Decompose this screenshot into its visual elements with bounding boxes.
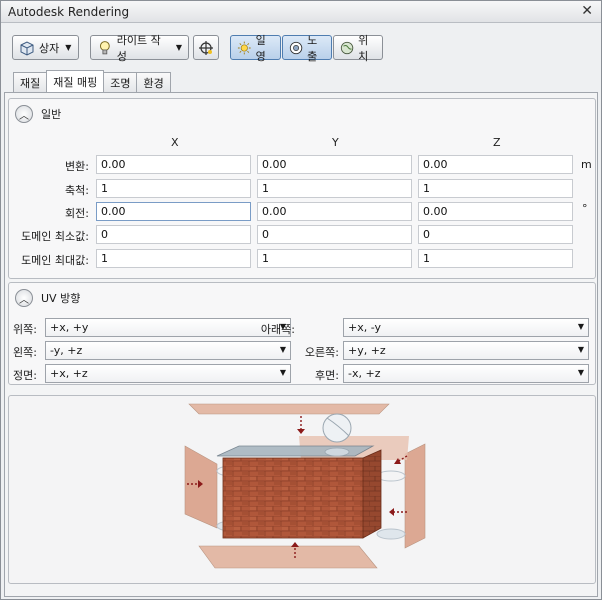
tab-strip: 재질 재질 매핑 조명 환경 [13,70,171,92]
create-light-label: 라이트 작성 [116,33,161,63]
uv-front-value: +x, +z [50,367,88,380]
domain-max-label: 도메인 최대값: [21,254,89,267]
uv-left-value: -y, +z [50,344,83,357]
chevron-down-icon: ▼ [577,322,584,331]
scale-z-field[interactable] [418,179,573,198]
uv-top-value: +x, +y [50,321,89,334]
offset-label: 변환: [65,160,89,173]
box-mapping-button[interactable]: 상자 ▼ [12,35,79,60]
domain-min-z-field[interactable] [418,225,573,244]
uv-orientation-panel: ︿ UV 방향 위쪽: +x, +y ▼ 아래쪽: +x, -y ▼ 왼쪽: -… [8,282,596,385]
uv-front-select[interactable]: +x, +z ▼ [45,364,291,383]
rendering-window: Autodesk Rendering ✕ 상자 ▼ 라이트 작성 ▼ 일영 노출… [0,0,602,600]
light-bulb-icon [99,40,110,54]
uv-back-label: 후면: [315,369,339,382]
domain-min-y-field[interactable] [257,225,412,244]
chevron-up-icon: ︿ [19,110,29,122]
rotation-label: 회전: [65,207,89,220]
general-panel-header: ︿ 일반 [15,105,61,123]
tab-lighting[interactable]: 조명 [103,72,138,92]
globe-icon [340,41,354,54]
chevron-down-icon: ▼ [577,368,584,377]
scale-x-field[interactable] [96,179,251,198]
uv-right-label: 오른쪽: [304,346,339,359]
collapse-uv-button[interactable]: ︿ [15,289,33,307]
sun-icon [237,41,251,54]
title-bar: Autodesk Rendering ✕ [1,1,601,23]
toolbar: 상자 ▼ 라이트 작성 ▼ 일영 노출 위치 [1,23,601,69]
tab-material-mapping[interactable]: 재질 매핑 [46,70,105,92]
rotation-z-field[interactable] [418,202,573,221]
offset-unit: m [581,158,592,171]
tab-content: ︿ 일반 X Y Z 변환: m 축척: 회전: ° [4,92,598,597]
uv-panel-title: UV 방향 [41,292,81,305]
domain-max-x-field[interactable] [96,249,251,268]
general-panel-title: 일반 [41,108,62,121]
uv-bottom-label: 아래쪽: [260,323,295,336]
box-mapping-label: 상자 [39,41,60,55]
window-title: Autodesk Rendering [8,5,130,19]
box-mapping-preview-image [184,403,426,569]
uv-right-select[interactable]: +y, +z ▼ [343,341,589,360]
uv-back-select[interactable]: -x, +z ▼ [343,364,589,383]
uv-bottom-value: +x, -y [348,321,382,334]
chevron-down-icon: ▼ [175,43,182,52]
scale-label: 축척: [65,184,89,197]
crosshair-icon [199,40,213,55]
collapse-general-button[interactable]: ︿ [15,105,33,123]
offset-z-field[interactable] [418,155,573,174]
rotation-y-field[interactable] [257,202,412,221]
column-header-z: Z [493,136,501,149]
location-label: 위치 [358,33,369,63]
uv-left-select[interactable]: -y, +z ▼ [45,341,291,360]
exposure-icon [289,41,303,54]
rotation-x-field[interactable] [96,202,251,221]
mapping-preview [8,395,596,584]
rotation-unit: ° [582,202,588,215]
general-panel: ︿ 일반 X Y Z 변환: m 축척: 회전: ° [8,98,596,279]
uv-back-value: -x, +z [348,367,381,380]
box-icon [20,40,34,56]
uv-right-value: +y, +z [348,344,386,357]
domain-max-y-field[interactable] [257,249,412,268]
exposure-button[interactable]: 노출 [282,34,332,63]
scale-y-field[interactable] [257,179,412,198]
sun-status-label: 일영 [255,33,266,63]
chevron-down-icon: ▼ [65,43,72,52]
offset-y-field[interactable] [257,155,412,174]
location-button[interactable]: 위치 [333,34,383,63]
exposure-label: 노출 [307,33,318,63]
close-icon[interactable]: ✕ [581,3,593,19]
create-light-button[interactable]: 라이트 작성 ▼ [90,34,189,63]
column-header-y: Y [332,136,339,149]
domain-min-x-field[interactable] [96,225,251,244]
target-light-button[interactable] [193,35,219,60]
sun-status-button[interactable]: 일영 [230,34,281,63]
domain-min-label: 도메인 최소값: [21,230,89,243]
domain-max-z-field[interactable] [418,249,573,268]
uv-panel-header: ︿ UV 방향 [15,289,80,307]
column-header-x: X [171,136,179,149]
chevron-down-icon: ▼ [577,345,584,354]
chevron-up-icon: ︿ [19,294,29,306]
uv-bottom-select[interactable]: +x, -y ▼ [343,318,589,337]
tab-material[interactable]: 재질 [13,72,48,92]
offset-x-field[interactable] [96,155,251,174]
tab-environment[interactable]: 환경 [136,72,171,92]
